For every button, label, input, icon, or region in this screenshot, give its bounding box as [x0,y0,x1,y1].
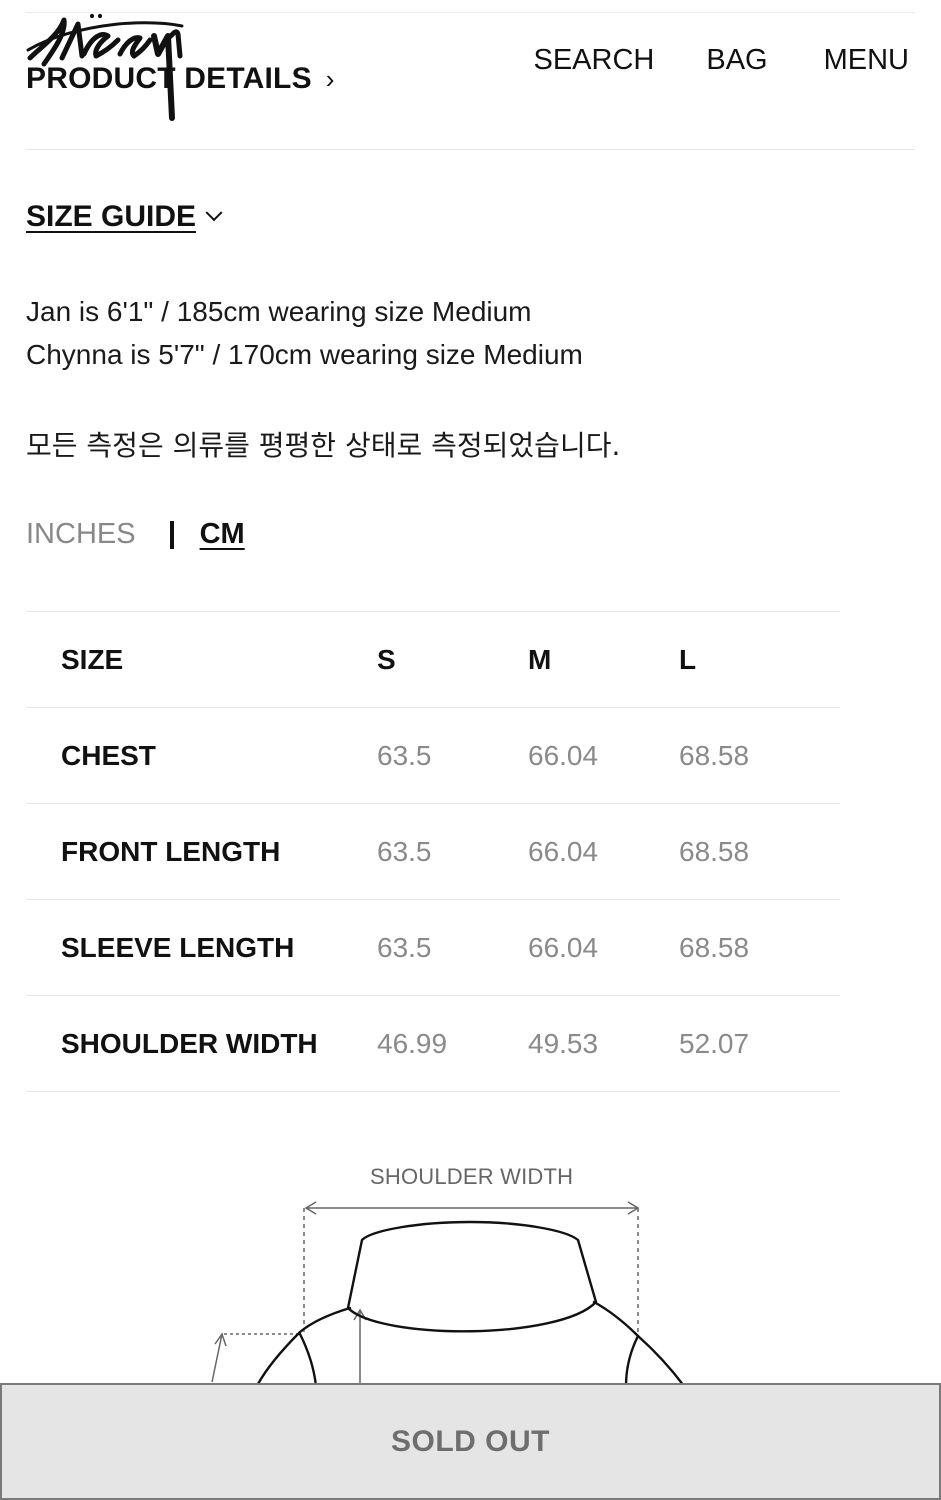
measurement-value: 49.53 [528,1027,599,1059]
top-nav: SEARCH BAG MENU [534,44,910,77]
header-divider [26,149,915,150]
measurement-label: SHOULDER WIDTH [61,1027,318,1059]
product-details-label: PRODUCT DETAILS [26,62,312,95]
garment-measurement-diagram [211,1201,686,1390]
measurement-value: 68.58 [679,835,750,867]
menu-link[interactable]: MENU [824,44,909,77]
measurement-value: 66.04 [528,931,599,963]
measurement-value: 63.5 [377,739,432,771]
unit-inches-option[interactable]: INCHES [26,518,136,551]
measurement-label: SLEEVE LENGTH [61,931,295,963]
measurement-label: CHEST [61,739,156,771]
search-link[interactable]: SEARCH [534,44,655,77]
table-row: CHEST 63.5 66.04 68.58 [26,707,840,803]
measurement-value: 66.04 [528,739,599,771]
measurement-value: 68.58 [679,739,750,771]
unit-toggle: INCHES CM [26,518,245,551]
table-row: SLEEVE LENGTH 63.5 66.04 68.58 [26,899,840,995]
unit-separator [169,520,174,549]
product-details-link[interactable]: PRODUCT DETAILS › [26,62,335,96]
chevron-right-icon: › [325,63,335,94]
measurement-note: 모든 측정은 의류를 평평한 상태로 측정되었습니다. [26,429,621,462]
table-header-cell: S [377,643,396,675]
table-header-cell: M [528,643,552,675]
model-info-line: Chynna is 5'7" / 170cm wearing size Medi… [26,339,583,370]
size-guide-title: SIZE GUIDE [26,200,197,233]
measurement-value: 46.99 [377,1027,448,1059]
measurement-value: 52.07 [679,1027,750,1059]
sold-out-button[interactable]: SOLD OUT [0,1383,941,1500]
measurement-value: 63.5 [377,835,432,867]
size-table: SIZE S M L CHEST 63.5 66.04 68.58 FRONT … [26,611,840,1092]
table-header-cell: L [679,643,697,675]
model-info: Jan is 6'1" / 185cm wearing size Medium … [26,290,583,376]
table-row: FRONT LENGTH 63.5 66.04 68.58 [26,803,840,899]
bag-link[interactable]: BAG [706,44,767,77]
table-header-row: SIZE S M L [26,611,840,707]
measurement-label: FRONT LENGTH [61,835,281,867]
table-header-cell: SIZE [61,643,124,675]
measurement-value: 66.04 [528,835,599,867]
diagram-shoulder-width-label: SHOULDER WIDTH [370,1164,574,1189]
chevron-down-icon [205,204,223,222]
measurement-value: 63.5 [377,931,432,963]
table-row: SHOULDER WIDTH 46.99 49.53 52.07 [26,995,840,1092]
measurement-value: 68.58 [679,931,750,963]
unit-cm-option[interactable]: CM [200,518,245,551]
model-info-line: Jan is 6'1" / 185cm wearing size Medium [26,296,532,327]
size-guide-toggle[interactable]: SIZE GUIDE [26,200,223,234]
